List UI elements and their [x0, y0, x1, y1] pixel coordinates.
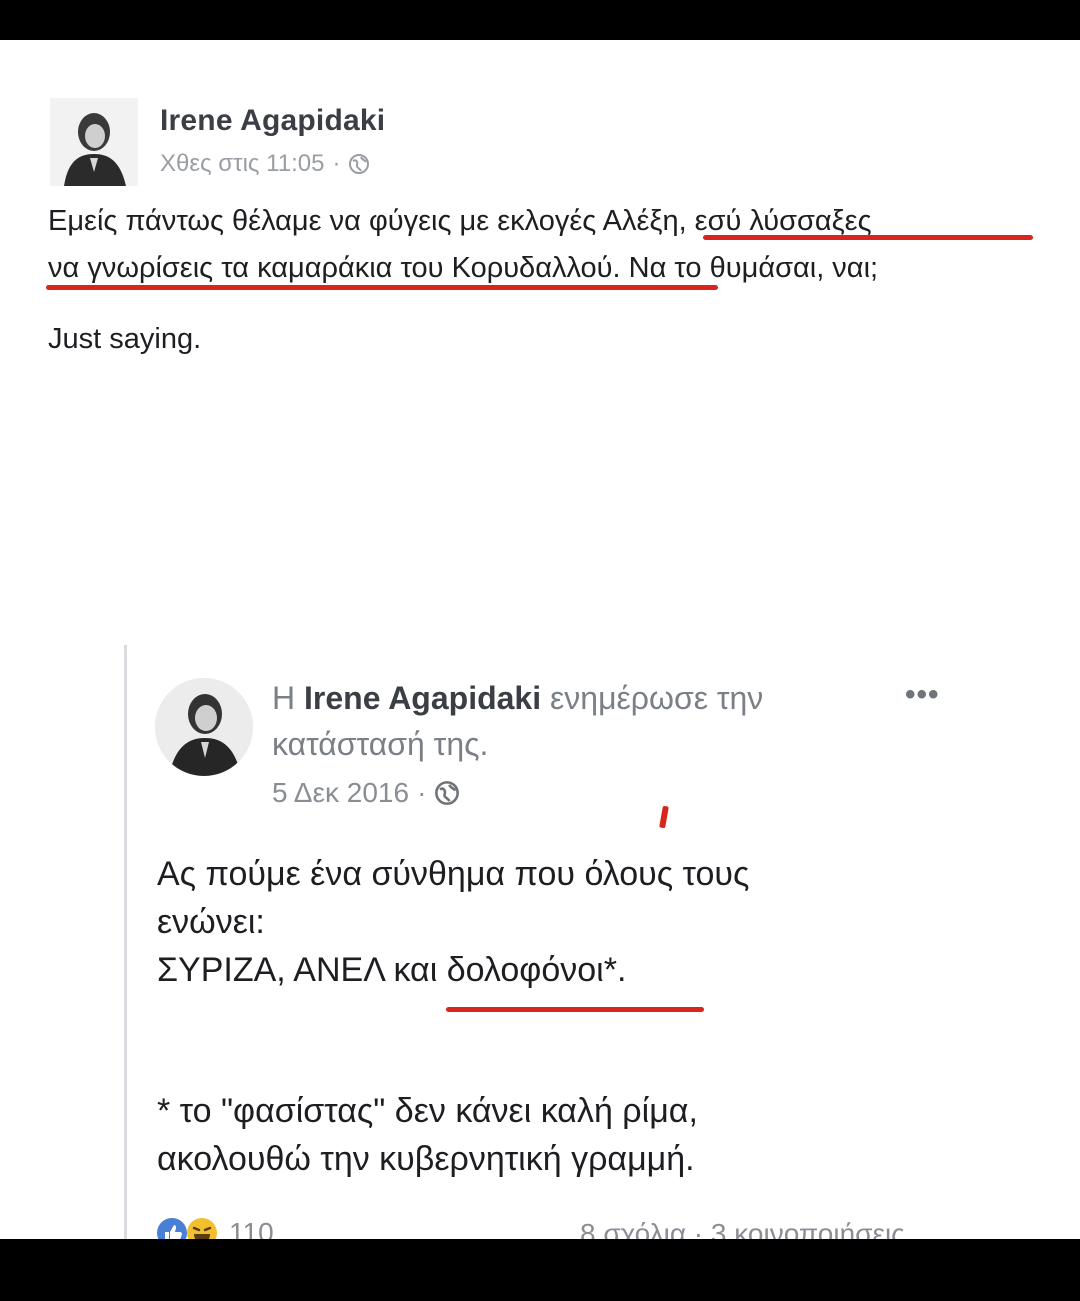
shared-post-border [124, 645, 127, 1239]
shared-post-body-line: ΣΥΡΙΖΑ, ΑΝΕΛ και δολοφόνοι*. [157, 951, 627, 989]
red-underline [446, 1007, 704, 1012]
red-mark [659, 805, 669, 829]
red-underline [46, 285, 718, 290]
post1-body: Εμείς πάντως θέλαμε να φύγεις με εκλογές… [48, 198, 1048, 292]
shared-post-note: * το "φασίστας" δεν κάνει καλή ρίμα, ακο… [157, 1087, 917, 1183]
post1-avatar[interactable] [50, 98, 138, 186]
post1-meta: Χθες στις 11:05 · [160, 150, 370, 178]
shared-post-body-line: ενώνει: [157, 903, 265, 941]
globe-icon [434, 780, 460, 806]
globe-icon [348, 153, 370, 175]
reaction-count: 110 [229, 1217, 274, 1239]
shared-post-date[interactable]: 5 Δεκ 2016 [272, 777, 409, 809]
meta-separator: · [332, 150, 341, 177]
screenshot-frame: Irene Agapidaki Χθες στις 11:05 · Εμείς … [0, 40, 1080, 1239]
shared-post-body-line: Ας πούμε ένα σύνθημα που όλους τους [157, 855, 750, 893]
comments-shares-stats[interactable]: 8 σχόλια · 3 κοινοποιήσεις [580, 1218, 905, 1239]
post1-extra-text: Just saying. [48, 323, 202, 355]
shared-post-footer: 110 8 σχόλια · 3 κοινοποιήσεις [155, 1216, 975, 1239]
post1-timestamp[interactable]: Χθες στις 11:05 [160, 150, 324, 178]
meta-separator: · [417, 777, 427, 808]
red-underline [703, 235, 1033, 240]
shared-post-header: Η Irene Agapidaki ενημέρωσε την κατάστασ… [272, 675, 882, 767]
shared-post-meta: 5 Δεκ 2016 · [272, 777, 460, 809]
haha-icon [185, 1216, 219, 1239]
shared-post-avatar[interactable] [155, 678, 253, 776]
shared-post-body: Ας πούμε ένα σύνθημα που όλους τους ενών… [157, 850, 917, 994]
reactions-summary[interactable]: 110 [155, 1216, 274, 1239]
shared-post-author-name[interactable]: Irene Agapidaki [304, 680, 541, 716]
more-icon[interactable]: ••• [905, 678, 940, 712]
post1-author-name[interactable]: Irene Agapidaki [160, 104, 385, 138]
like-icon [155, 1216, 189, 1239]
shared-post-prefix: Η [272, 680, 296, 716]
shared-post-note-line: ακολουθώ την κυβερνητική γραμμή. [157, 1140, 695, 1178]
shared-post-note-line: * το "φασίστας" δεν κάνει καλή ρίμα, [157, 1092, 698, 1130]
